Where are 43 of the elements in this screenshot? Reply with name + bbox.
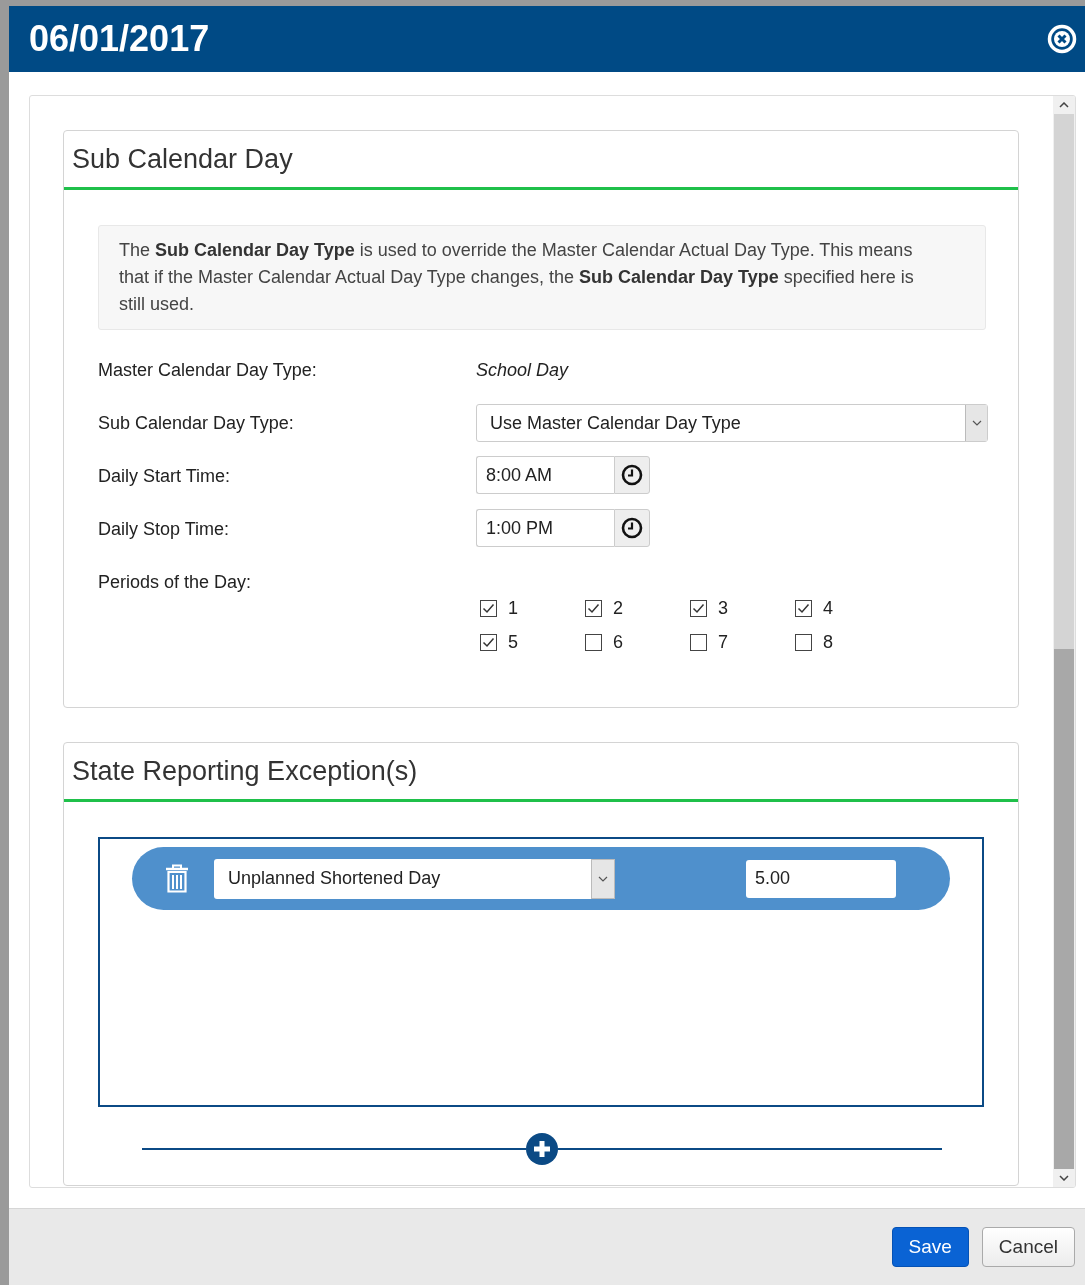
checkbox-label[interactable]: 4 (823, 598, 833, 619)
checkbox[interactable] (690, 600, 707, 617)
checkbox[interactable] (690, 634, 707, 651)
scrollbar[interactable] (1053, 96, 1075, 1187)
checkbox-label[interactable]: 7 (718, 632, 728, 653)
close-icon[interactable] (1047, 24, 1077, 54)
checkbox[interactable] (585, 600, 602, 617)
checkbox-label[interactable]: 2 (613, 598, 623, 619)
field-label: Master Calendar Day Type: (98, 359, 318, 382)
caret-icon (598, 875, 608, 882)
scroll-up-icon[interactable] (1059, 102, 1069, 108)
checkbox[interactable] (480, 600, 497, 617)
info-text: The Sub Calendar Day Type is used to override the Master Calendar Actual Day Type. This means that if the Master Calendar Actual Day Type changes, the Sub Calendar Day Type specified here is still used. (119, 239, 914, 316)
field-label: Sub Calendar Day Type: (98, 412, 295, 435)
add-icon[interactable] (526, 1133, 558, 1165)
day-type-dropdown[interactable]: Use Master Calendar Day Type (476, 404, 988, 442)
checkbox-label[interactable]: 8 (823, 632, 833, 653)
trash-icon[interactable] (164, 863, 190, 894)
cancel-button[interactable]: Cancel (981, 1227, 1075, 1267)
caret-icon (971, 420, 982, 426)
field-label: Periods of the Day: (98, 571, 253, 594)
clock-button[interactable] (614, 509, 650, 547)
section-title: Sub Calendar Day (72, 143, 293, 175)
checkbox[interactable] (585, 634, 602, 651)
save-button[interactable]: Save (891, 1227, 969, 1267)
checkbox[interactable] (795, 634, 812, 651)
value-field[interactable]: 5.00 (746, 859, 896, 898)
section-title: State Reporting Exception(s) (72, 755, 418, 787)
field-label: Daily Stop Time: (98, 518, 231, 541)
exception-type-dropdown[interactable]: Unplanned Shortened Day (214, 858, 615, 899)
checkbox-label[interactable]: 1 (508, 598, 518, 619)
checkbox-label[interactable]: 5 (508, 632, 518, 653)
clock-button[interactable] (614, 456, 650, 494)
clock-icon (621, 517, 643, 539)
field-value: School Day (476, 359, 570, 381)
checkbox-label[interactable]: 6 (613, 632, 623, 653)
dialog-title: 06/01/2017 (29, 18, 210, 60)
clock-icon (621, 464, 643, 486)
field-label: Daily Start Time: (98, 465, 232, 488)
checkbox[interactable] (480, 634, 497, 651)
scroll-down-icon[interactable] (1059, 1175, 1069, 1181)
checkbox-label[interactable]: 3 (718, 598, 728, 619)
checkbox[interactable] (795, 600, 812, 617)
